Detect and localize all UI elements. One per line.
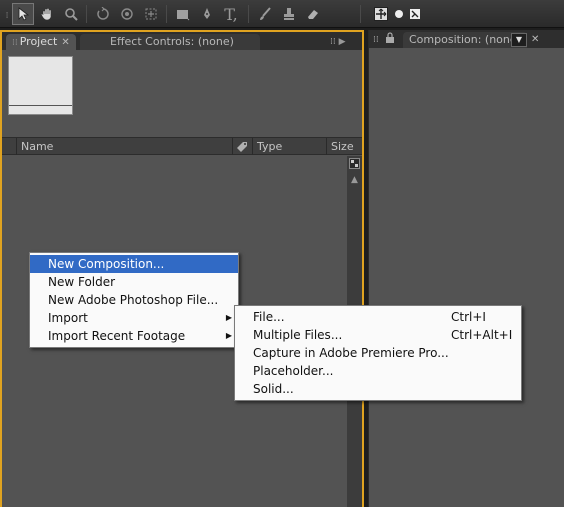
toolbar-grip[interactable]: ⁞ [2,5,12,27]
tab-composition-label: Composition: (none) [409,33,521,46]
menu-item-new-photoshop-file[interactable]: New Adobe Photoshop File... [30,291,238,309]
tab-effect-controls[interactable]: Effect Controls: (none) [80,34,260,50]
menu-item-shortcut: Ctrl+I [451,310,486,324]
project-tabbar: ⁞⁞ Project ✕ Effect Controls: (none) ⁞⁞ ▶ [2,32,362,50]
column-name-label: Name [21,140,54,153]
menu-item-label: Capture in Adobe Premiere Pro... [253,346,449,360]
project-column-header: Name Type Size [2,137,362,155]
menu-item-label: Import Recent Footage [48,329,186,343]
rectangle-mask-tool-icon[interactable] [172,3,194,25]
submenu-item-multiple-files[interactable]: Multiple Files... Ctrl+Alt+I [235,326,521,344]
tab-project[interactable]: ⁞⁞ Project ✕ [6,34,76,50]
tab-composition[interactable]: Composition: (none) [403,32,527,48]
menu-item-new-composition[interactable]: New Composition... [30,255,238,273]
submenu-item-placeholder[interactable]: Placeholder... [235,362,521,380]
clone-stamp-tool-icon[interactable] [278,3,300,25]
rotate-tool-icon[interactable] [92,3,114,25]
close-icon[interactable]: ✕ [529,32,541,48]
menu-item-shortcut: Ctrl+Alt+I [451,328,513,342]
grip-icon[interactable]: ⁞⁞ [12,38,18,48]
composition-panel: ⁞⁞ Composition: (none) ▼ ✕ [368,30,564,507]
zoom-tool-icon[interactable] [60,3,82,25]
submenu-arrow-icon: ▶ [225,313,232,322]
grip-icon[interactable]: ⁞⁞ [371,32,381,48]
import-submenu: File... Ctrl+I Multiple Files... Ctrl+Alt+… [234,305,522,401]
orbit-camera-tool-icon[interactable] [116,3,138,25]
view-axis-icon[interactable] [404,3,426,25]
flowchart-icon[interactable] [348,158,361,171]
submenu-item-capture-premiere[interactable]: Capture in Adobe Premiere Pro... [235,344,521,362]
scroll-up-icon[interactable]: ▲ [348,174,361,187]
menu-item-label: New Composition... [48,257,165,271]
menu-item-label: Placeholder... [253,364,334,378]
submenu-item-solid[interactable]: Solid... [235,380,521,398]
menu-item-label: Solid... [253,382,294,396]
brush-tool-icon[interactable] [254,3,276,25]
text-tool-icon[interactable]: T, [220,3,242,25]
panel-menu-arrow-icon: ▶ [338,37,346,47]
submenu-item-file[interactable]: File... Ctrl+I [235,308,521,326]
composition-tabbar: ⁞⁞ Composition: (none) ▼ ✕ [369,30,564,48]
menu-item-new-folder[interactable]: New Folder [30,273,238,291]
grip-icon: ⁞⁞ [330,37,336,47]
submenu-arrow-icon: ▶ [225,331,232,340]
column-size[interactable]: Size [326,138,362,155]
composition-dropdown-arrow-icon[interactable]: ▼ [511,33,527,47]
menu-item-label: Multiple Files... [253,328,343,342]
column-size-label: Size [331,140,354,153]
menu-item-label: New Adobe Photoshop File... [48,293,219,307]
pan-behind-tool-icon[interactable] [140,3,162,25]
pen-tool-icon[interactable] [196,3,218,25]
thumbnail-divider [9,105,72,106]
tab-effect-controls-label: Effect Controls: (none) [110,35,234,48]
column-type[interactable]: Type [252,138,326,155]
toolbar-separator [248,5,249,23]
toolbar-separator [86,5,87,23]
menu-item-label: File... [253,310,285,324]
menu-item-label: Import [48,311,88,325]
menu-item-import-recent-footage[interactable]: Import Recent Footage ▶ [30,327,238,345]
menu-item-import[interactable]: Import ▶ [30,309,238,327]
toolbar-separator [166,5,167,23]
lock-icon[interactable] [383,32,397,48]
tab-project-label: Project [19,35,58,48]
tools-toolbar: ⁞ T, [0,0,564,28]
close-icon[interactable]: ✕ [61,37,69,48]
column-type-label: Type [257,140,283,153]
label-column-icon[interactable] [232,138,252,155]
hand-tool-icon[interactable] [36,3,58,25]
column-name[interactable]: Name [16,138,232,155]
selection-tool-icon[interactable] [12,3,34,25]
panel-menu-button[interactable]: ⁞⁞ ▶ [328,34,348,50]
toolbar-separator [360,5,361,23]
menu-item-label: New Folder [48,275,116,289]
project-context-menu: New Composition... New Folder New Adobe … [29,252,239,348]
footage-thumbnail [8,56,73,115]
eraser-tool-icon[interactable] [302,3,324,25]
